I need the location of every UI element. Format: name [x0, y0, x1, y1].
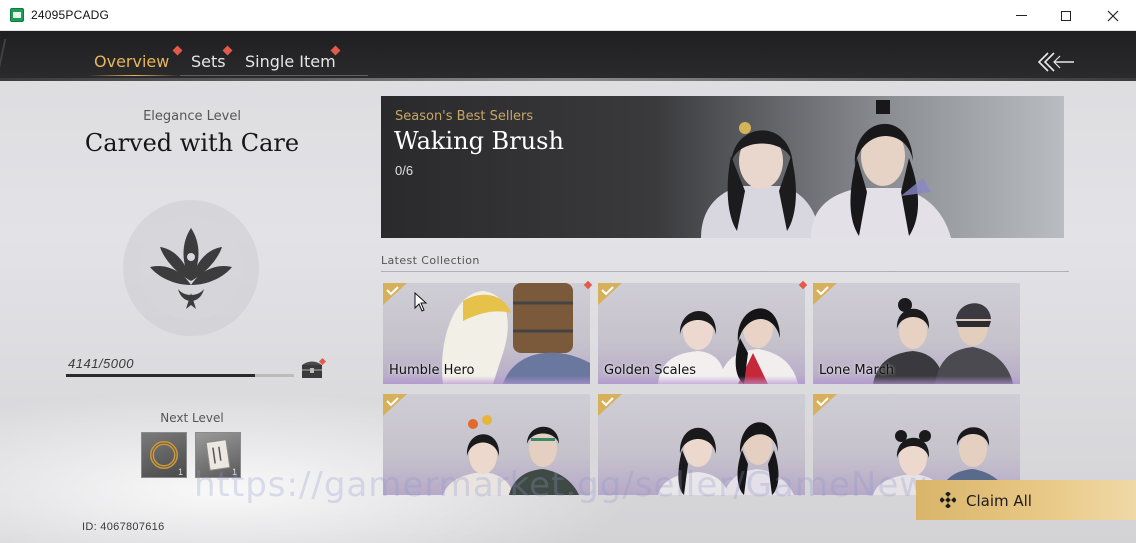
owned-check-icon — [598, 394, 622, 416]
notification-dot — [172, 45, 183, 56]
player-id: ID: 4067807616 — [82, 521, 165, 533]
window-title: 24095PCADG — [31, 8, 110, 22]
elegance-progress-text: 4141/5000 — [68, 356, 134, 371]
best-sellers-banner[interactable]: Season's Best Sellers Waking Brush 0/6 — [381, 96, 1064, 238]
card-name: Humble Hero — [389, 363, 475, 378]
app-icon — [10, 8, 24, 22]
minimize-button[interactable] — [998, 0, 1044, 31]
next-level-caption: Next Level — [160, 411, 224, 425]
elegance-progress-fill — [66, 374, 255, 377]
claim-all-label: Claim All — [966, 492, 1032, 510]
reward-quantity: 1 — [177, 467, 183, 477]
elegance-level-title: Carved with Care — [84, 129, 300, 157]
owned-check-icon — [813, 394, 837, 416]
window-title-bar: 24095PCADG — [0, 0, 1136, 31]
reward-chest-icon[interactable] — [300, 357, 326, 381]
owned-check-icon — [598, 283, 622, 305]
banner-title: Waking Brush — [394, 127, 564, 155]
elegance-progress-bar — [66, 374, 294, 377]
claim-all-button[interactable]: Claim All — [916, 480, 1136, 520]
tab-single-item[interactable]: Single Item — [245, 52, 336, 71]
mouse-cursor-icon — [414, 292, 428, 312]
back-arrow-icon[interactable] — [1036, 51, 1076, 73]
top-nav: Overview Sets Single Item — [0, 31, 1136, 81]
collection-card-lone-march[interactable]: Lone March — [813, 283, 1020, 384]
collection-card-golden-scales[interactable]: Golden Scales — [598, 283, 805, 384]
latest-collection-caption: Latest Collection — [381, 254, 480, 267]
banner-characters-art — [701, 100, 951, 238]
owned-check-icon — [383, 394, 407, 416]
elegance-level-caption: Elegance Level — [143, 109, 241, 124]
card-name: Lone March — [819, 363, 894, 378]
tab-sets[interactable]: Sets — [191, 52, 226, 71]
owned-check-icon — [813, 283, 837, 305]
banner-subtitle: Season's Best Sellers — [395, 109, 534, 124]
game-screen: Overview Sets Single Item Elegance Level… — [0, 31, 1136, 543]
maximize-button[interactable] — [1043, 0, 1089, 31]
close-icon — [1107, 10, 1119, 21]
watermark-text: https://gamermarket.gg/seller/GameNew — [194, 465, 929, 505]
close-button[interactable] — [1090, 0, 1136, 31]
reward-slot-bracelet[interactable]: 1 — [141, 432, 187, 478]
owned-check-icon — [383, 283, 407, 305]
lotus-emblem-icon — [123, 200, 259, 336]
diamond-cluster-icon — [940, 492, 956, 508]
active-tab-indicator — [88, 75, 180, 76]
card-name: Golden Scales — [604, 363, 697, 378]
tab-overview[interactable]: Overview — [94, 52, 169, 71]
banner-progress-count: 0/6 — [395, 163, 414, 178]
